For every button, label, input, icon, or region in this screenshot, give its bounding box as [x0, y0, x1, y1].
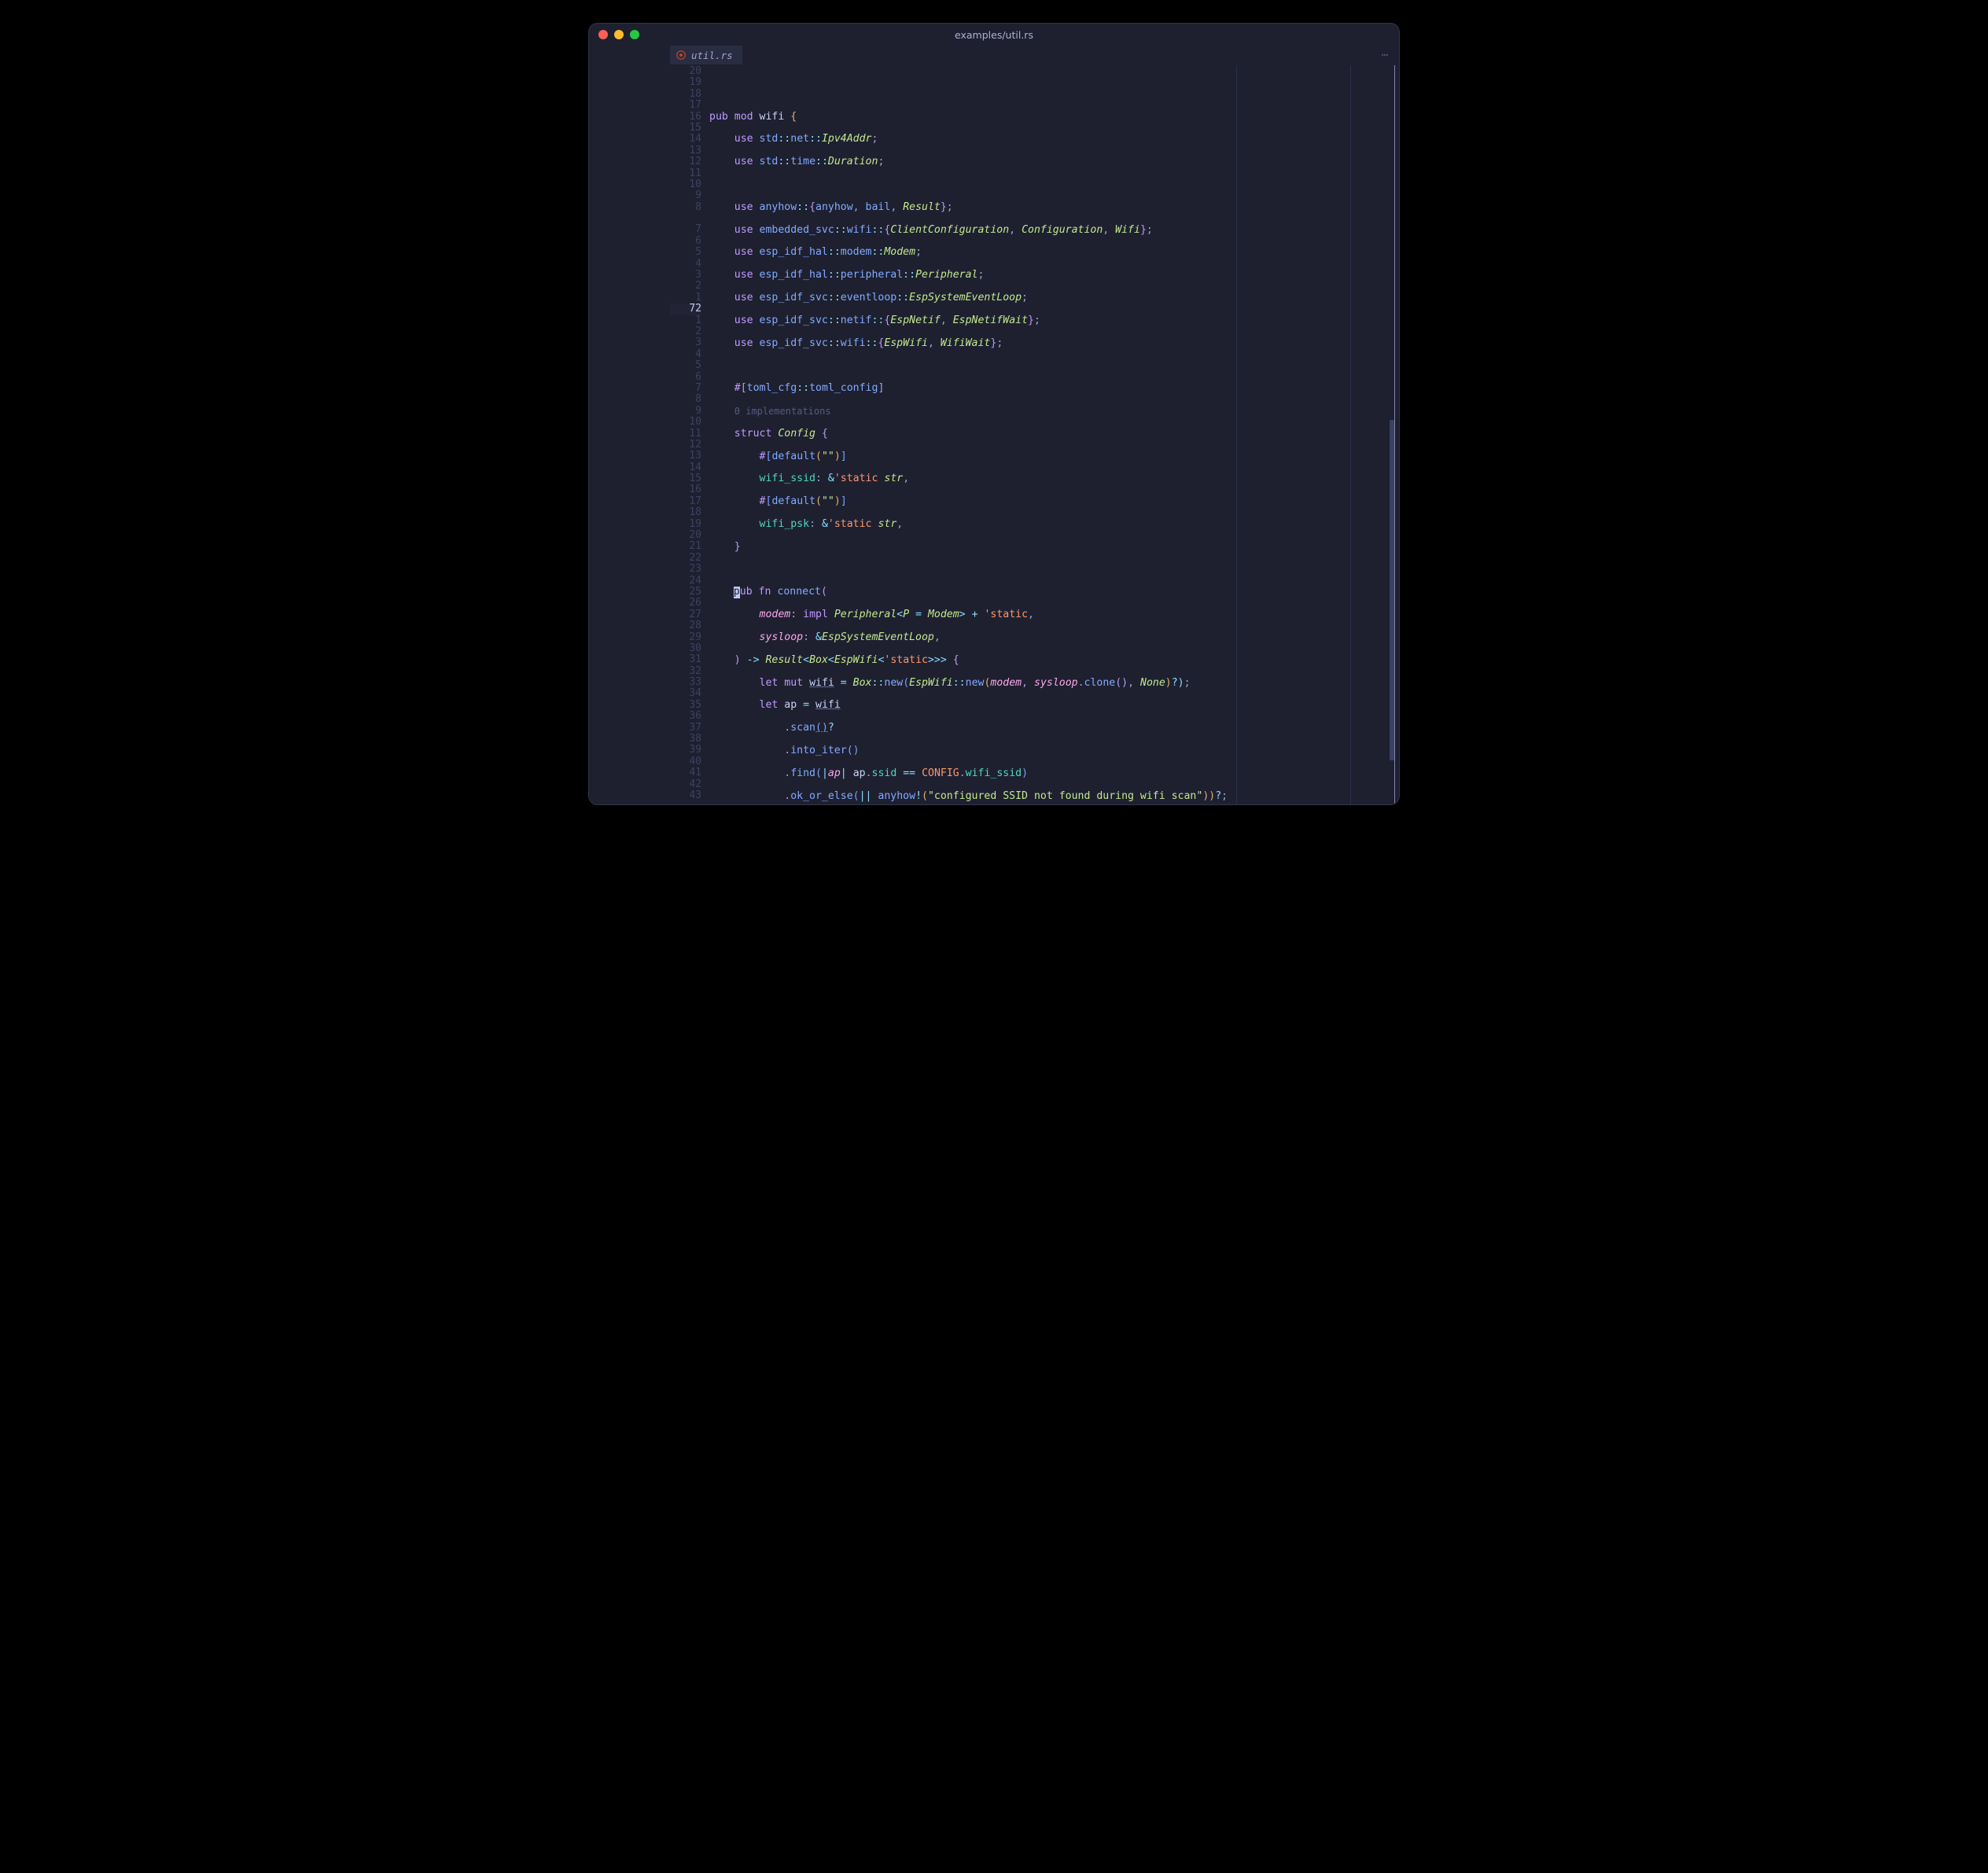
line-number: 15: [670, 123, 701, 134]
line-number: 72: [670, 304, 701, 315]
line-number: 17: [670, 496, 701, 507]
line-number: 7: [670, 383, 701, 394]
line-number: 8: [670, 202, 701, 213]
close-icon[interactable]: [598, 30, 608, 39]
line-number: 24: [670, 576, 701, 587]
line-number: 6: [670, 236, 701, 247]
scrollbar-thumb[interactable]: [1390, 420, 1394, 760]
line-number: 43: [670, 790, 701, 801]
line-number: 9: [670, 406, 701, 417]
ruler-2: [1350, 65, 1351, 804]
line-gutter[interactable]: 2019181716151413121110987654321721234567…: [670, 65, 709, 804]
traffic-lights: [598, 30, 639, 39]
line-number: 5: [670, 360, 701, 371]
ellipsis-icon: ⋯: [1382, 49, 1388, 61]
line-number: 11: [670, 168, 701, 179]
line-number: 39: [670, 745, 701, 756]
line-number: 30: [670, 643, 701, 654]
line-number: 36: [670, 711, 701, 722]
line-number: 13: [670, 451, 701, 462]
line-number: 22: [670, 553, 701, 564]
editor-window: examples/util.rs util.rs ⋯ 2019181716151…: [589, 24, 1399, 804]
line-number: 34: [670, 688, 701, 699]
line-number: 37: [670, 723, 701, 734]
line-number: 33: [670, 677, 701, 688]
line-number: 17: [670, 100, 701, 111]
line-number: 14: [670, 462, 701, 473]
line-number: 1: [670, 315, 701, 326]
cursor: p: [734, 587, 740, 598]
line-number: 21: [670, 541, 701, 552]
split-divider[interactable]: [1394, 65, 1399, 804]
line-number: 38: [670, 734, 701, 745]
editor-area[interactable]: 2019181716151413121110987654321721234567…: [589, 65, 1399, 804]
line-number: 2: [670, 326, 701, 337]
line-number: 27: [670, 609, 701, 620]
line-number: 3: [670, 270, 701, 281]
line-number: 11: [670, 429, 701, 440]
line-number: 4: [670, 349, 701, 360]
left-margin: [589, 65, 670, 804]
line-number: 41: [670, 767, 701, 778]
line-number: 19: [670, 519, 701, 530]
codelens-hint[interactable]: 0 implementations: [734, 406, 831, 417]
tab-menu-button[interactable]: ⋯: [1371, 46, 1399, 64]
line-number: 13: [670, 145, 701, 156]
line-number: 16: [670, 112, 701, 123]
titlebar: examples/util.rs: [589, 24, 1399, 46]
line-number: 10: [670, 179, 701, 190]
maximize-icon[interactable]: [630, 30, 639, 39]
line-number: 2: [670, 281, 701, 292]
tab-bar: util.rs ⋯: [589, 46, 1399, 65]
line-number: 4: [670, 259, 701, 270]
window-title: examples/util.rs: [589, 29, 1399, 41]
line-number: 35: [670, 700, 701, 711]
line-number: 1: [670, 293, 701, 304]
tab-util-rs[interactable]: util.rs: [670, 46, 742, 64]
line-number: 42: [670, 779, 701, 790]
line-number: 25: [670, 587, 701, 598]
line-number: 23: [670, 564, 701, 575]
line-number: 7: [670, 224, 701, 235]
line-number: 18: [670, 507, 701, 518]
code-view[interactable]: pub mod wifi { use std::net::Ipv4Addr; u…: [709, 65, 1390, 804]
line-number: 26: [670, 598, 701, 609]
minimize-icon[interactable]: [614, 30, 624, 39]
line-number: 28: [670, 620, 701, 631]
line-number: 29: [670, 632, 701, 643]
line-number: 5: [670, 247, 701, 258]
line-number: 20: [670, 530, 701, 541]
rust-file-icon: [676, 50, 686, 60]
line-number: 9: [670, 190, 701, 201]
line-number: 10: [670, 417, 701, 428]
line-number: 12: [670, 440, 701, 451]
line-number: [670, 213, 701, 224]
line-number: 3: [670, 337, 701, 348]
line-number: 6: [670, 372, 701, 383]
line-number: 15: [670, 473, 701, 484]
line-number: 31: [670, 654, 701, 665]
line-number: 8: [670, 394, 701, 405]
line-number: 16: [670, 484, 701, 495]
tab-label: util.rs: [691, 50, 733, 61]
line-number: 32: [670, 666, 701, 677]
line-number: 18: [670, 89, 701, 100]
line-number: 12: [670, 156, 701, 167]
scrollbar[interactable]: [1390, 65, 1394, 804]
line-number: 19: [670, 77, 701, 88]
ruler-1: [1236, 65, 1237, 804]
line-number: 40: [670, 756, 701, 767]
line-number: 20: [670, 66, 701, 77]
line-number: 14: [670, 134, 701, 145]
